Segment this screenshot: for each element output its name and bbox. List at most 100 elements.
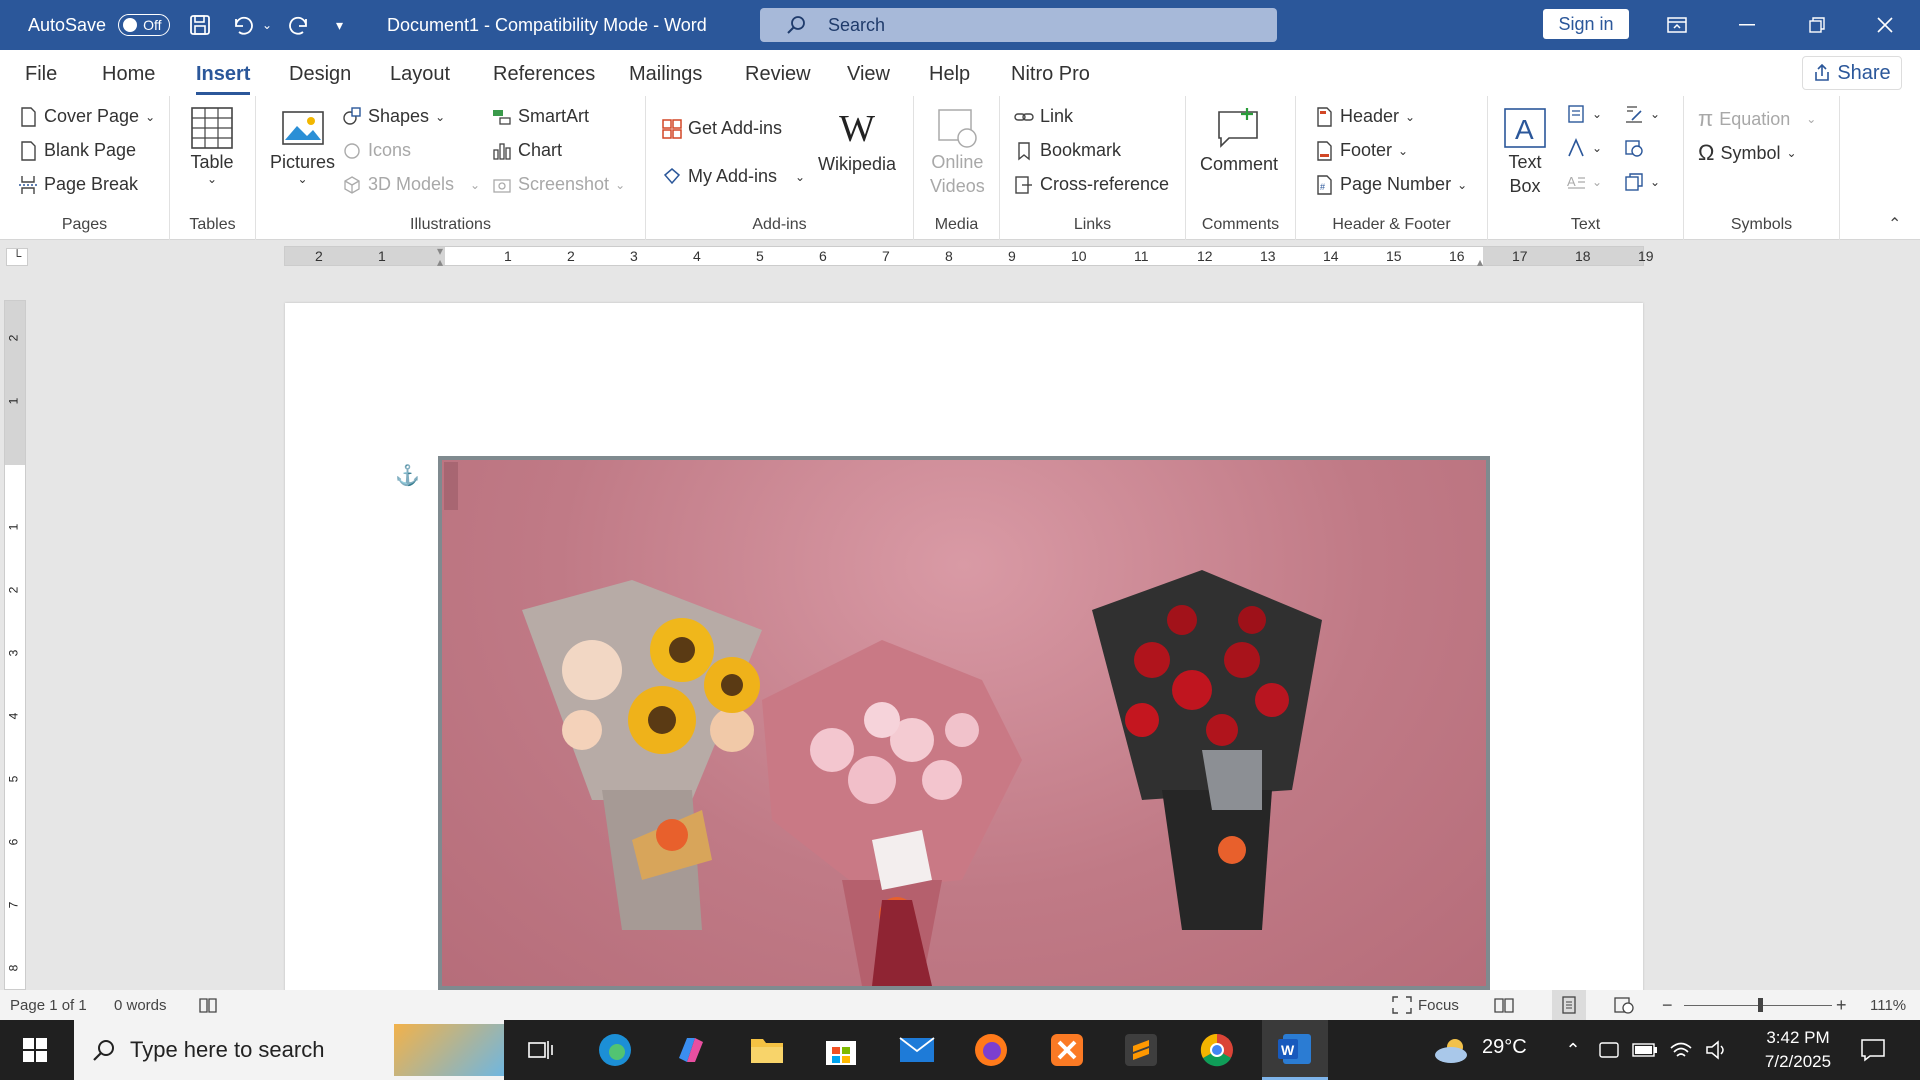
- windows-start-icon[interactable]: [12, 1028, 58, 1072]
- tab-references[interactable]: References: [493, 63, 595, 86]
- notifications-icon[interactable]: [1848, 1028, 1898, 1072]
- task-view-icon[interactable]: [518, 1028, 564, 1072]
- my-addins-button[interactable]: My Add-ins ⌄: [662, 166, 805, 187]
- blank-page-button[interactable]: Blank Page: [18, 140, 136, 161]
- chart-button[interactable]: Chart: [492, 140, 562, 161]
- tab-layout[interactable]: Layout: [390, 63, 450, 86]
- web-layout-icon[interactable]: [1614, 990, 1634, 1020]
- drop-cap-button[interactable]: A ⌄: [1566, 172, 1602, 192]
- zoom-out-button[interactable]: −: [1662, 990, 1673, 1020]
- wifi-icon[interactable]: [1664, 1028, 1698, 1072]
- autosave-label: AutoSave: [28, 14, 107, 35]
- right-indent-marker[interactable]: ▴: [1477, 255, 1483, 269]
- collapse-ribbon-icon[interactable]: ⌃: [1888, 214, 1901, 234]
- proofing-icon[interactable]: [198, 990, 218, 1020]
- search-input[interactable]: Search: [760, 8, 1277, 42]
- tab-nitro-pro[interactable]: Nitro Pro: [1011, 63, 1090, 86]
- show-hidden-icons-icon[interactable]: ⌃: [1552, 1028, 1594, 1072]
- cross-reference-button[interactable]: Cross-reference: [1014, 174, 1169, 195]
- hanging-indent-marker[interactable]: ▴: [437, 255, 443, 269]
- customize-qat-icon[interactable]: ▾: [336, 0, 343, 50]
- meet-now-icon[interactable]: [1594, 1028, 1624, 1072]
- temperature[interactable]: 29°C: [1482, 1036, 1527, 1059]
- wikipedia-button[interactable]: W Wikipedia: [818, 106, 896, 176]
- tab-selector[interactable]: └: [6, 248, 28, 266]
- bookmark-button[interactable]: Bookmark: [1014, 140, 1121, 161]
- battery-icon[interactable]: [1628, 1028, 1662, 1072]
- print-layout-icon[interactable]: [1552, 990, 1586, 1020]
- autosave-toggle[interactable]: Off: [118, 14, 171, 36]
- equation-button[interactable]: π Equation ⌄: [1698, 106, 1816, 132]
- text-box-button[interactable]: A Text Box: [1502, 106, 1548, 198]
- tab-mailings[interactable]: Mailings: [629, 63, 702, 86]
- vertical-ruler[interactable]: 2 1 1 2 3 4 5 6 7 8: [4, 300, 26, 990]
- svg-text:W: W: [1281, 1042, 1295, 1058]
- tab-review[interactable]: Review: [745, 63, 811, 86]
- copilot-icon[interactable]: [668, 1028, 714, 1072]
- footer-button[interactable]: Footer ⌄: [1314, 140, 1408, 161]
- horizontal-ruler[interactable]: 2 1 1 2 3 4 5 6 7 8 9 10 11 12 13 14 15 16 17 18 19 ▾ ▴ ▴: [284, 244, 1654, 269]
- online-videos-button[interactable]: Online Videos: [930, 106, 985, 198]
- tab-home[interactable]: Home: [102, 63, 155, 86]
- 3d-models-button[interactable]: 3D Models ⌄: [342, 174, 480, 195]
- date-time-button[interactable]: [1624, 138, 1644, 158]
- pictures-button[interactable]: Pictures ⌄: [270, 106, 335, 185]
- page-number-button[interactable]: # Page Number ⌄: [1314, 174, 1467, 195]
- volume-icon[interactable]: [1700, 1028, 1734, 1072]
- close-icon[interactable]: [1850, 0, 1920, 50]
- focus-button[interactable]: Focus: [1392, 990, 1459, 1020]
- redo-icon[interactable]: [286, 0, 312, 50]
- share-button[interactable]: Share: [1802, 56, 1902, 90]
- tab-design[interactable]: Design: [289, 63, 351, 86]
- edge-icon[interactable]: [592, 1028, 638, 1072]
- header-button[interactable]: Header ⌄: [1314, 106, 1415, 127]
- file-explorer-icon[interactable]: [744, 1028, 790, 1072]
- smartart-button[interactable]: SmartArt: [492, 106, 589, 127]
- restore-icon[interactable]: [1782, 0, 1852, 50]
- page-count[interactable]: Page 1 of 1: [10, 990, 87, 1020]
- tab-view[interactable]: View: [847, 63, 890, 86]
- zoom-in-button[interactable]: +: [1836, 990, 1847, 1020]
- autosave[interactable]: AutoSave Off: [28, 0, 171, 50]
- get-addins-button[interactable]: Get Add-ins: [662, 118, 782, 139]
- taskbar-search-input[interactable]: Type here to search: [74, 1020, 504, 1080]
- store-icon[interactable]: [818, 1028, 864, 1072]
- minimize-icon[interactable]: [1712, 0, 1782, 50]
- table-button[interactable]: Table ⌄: [190, 106, 234, 185]
- quick-parts-button[interactable]: ⌄: [1566, 104, 1602, 124]
- tab-help[interactable]: Help: [929, 63, 970, 86]
- page-break-button[interactable]: Page Break: [18, 174, 138, 195]
- word-taskbar-icon[interactable]: W: [1262, 1020, 1328, 1080]
- word-count[interactable]: 0 words: [114, 990, 167, 1020]
- object-button[interactable]: ⌄: [1624, 172, 1660, 192]
- sublime-text-icon[interactable]: [1118, 1028, 1164, 1072]
- cover-page-button[interactable]: Cover Page ⌄: [18, 106, 155, 127]
- screenshot-button[interactable]: Screenshot ⌄: [492, 174, 625, 195]
- symbol-button[interactable]: Ω Symbol ⌄: [1698, 140, 1797, 166]
- save-icon[interactable]: [188, 0, 212, 50]
- chrome-icon[interactable]: [1194, 1028, 1240, 1072]
- inserted-picture[interactable]: [438, 456, 1490, 990]
- undo-icon[interactable]: [230, 0, 256, 50]
- clock[interactable]: 3:42 PM 7/2/2025: [1752, 1026, 1844, 1074]
- tab-insert[interactable]: Insert: [196, 63, 251, 95]
- comment-button[interactable]: Comment: [1200, 106, 1278, 176]
- link-button[interactable]: Link: [1014, 106, 1073, 127]
- tab-file[interactable]: File: [25, 63, 57, 86]
- zoom-thumb[interactable]: [1758, 998, 1763, 1012]
- read-mode-icon[interactable]: [1494, 990, 1514, 1020]
- firefox-icon[interactable]: [968, 1028, 1014, 1072]
- shapes-button[interactable]: Shapes ⌄: [342, 106, 445, 127]
- undo-dropdown-icon[interactable]: ⌄: [262, 0, 272, 50]
- zoom-level[interactable]: 111%: [1870, 990, 1906, 1020]
- signature-line-button[interactable]: ⌄: [1624, 104, 1660, 124]
- sign-in-button[interactable]: Sign in: [1543, 9, 1629, 39]
- icons-button[interactable]: Icons: [342, 140, 411, 161]
- ribbon-display-options-icon[interactable]: [1642, 0, 1712, 50]
- wordart-button[interactable]: ⌄: [1566, 138, 1602, 158]
- zoom-slider[interactable]: [1684, 990, 1832, 1020]
- xampp-icon[interactable]: [1044, 1028, 1090, 1072]
- ruler-tick-label: 16: [1449, 248, 1465, 264]
- mail-icon[interactable]: [894, 1028, 940, 1072]
- weather-icon[interactable]: [1428, 1028, 1478, 1072]
